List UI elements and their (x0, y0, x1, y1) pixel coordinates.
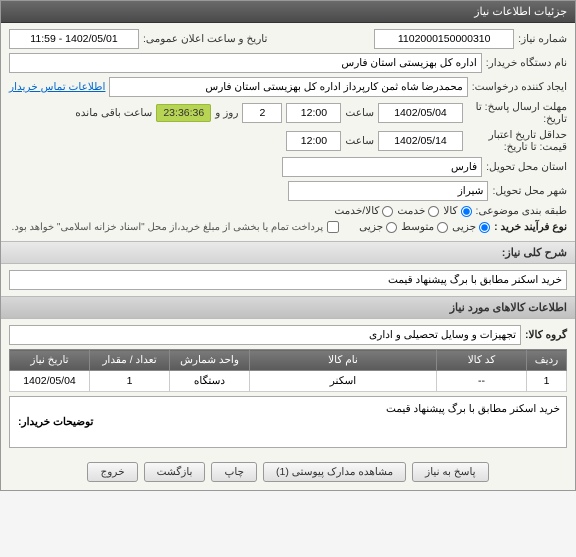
need-number-input[interactable] (374, 29, 514, 49)
radio-medium[interactable] (437, 222, 448, 233)
radio-medium-label: متوسط (401, 221, 434, 233)
th-qty: تعداد / مقدار (90, 350, 170, 371)
radio-service-group[interactable]: خدمت (397, 205, 439, 217)
radio-large-label: جزیی (359, 221, 383, 233)
cell-code: -- (437, 371, 527, 392)
minvalid-time-word: ساعت (345, 135, 374, 147)
buyer-org-label: نام دستگاه خریدار: (486, 57, 567, 69)
radio-small-group[interactable]: جزیی (452, 221, 490, 233)
section-items-header: اطلاعات کالاهای مورد نیاز (1, 296, 575, 319)
attachments-button[interactable]: مشاهده مدارک پیوستی (1) (263, 462, 406, 482)
radio-kala[interactable] (461, 206, 472, 217)
minvalid-label: حداقل تاریخ اعتبار قیمت: تا تاریخ: (467, 129, 567, 153)
th-name: نام کالا (250, 350, 437, 371)
window-title: جزئیات اطلاعات نیاز (474, 6, 567, 18)
section-general-desc-title: شرح کلی نیاز: (502, 247, 567, 259)
items-table: ردیف کد کالا نام کالا واحد شمارش تعداد /… (9, 349, 567, 392)
deadline-remain-word: ساعت باقی مانده (75, 107, 152, 119)
radio-large-group[interactable]: جزیی (359, 221, 397, 233)
cell-unit: دستگاه (170, 371, 250, 392)
radio-small-label: جزیی (452, 221, 476, 233)
announce-label: تاریخ و ساعت اعلان عمومی: (143, 33, 267, 45)
city-label: شهر محل تحویل: (492, 185, 567, 197)
radio-small[interactable] (479, 222, 490, 233)
exit-button[interactable]: خروج (87, 462, 137, 482)
category-label: طبقه بندی موضوعی: (476, 205, 567, 217)
section-items-title: اطلاعات کالاهای مورد نیاز (450, 302, 567, 314)
th-code: کد کالا (437, 350, 527, 371)
deadline-days[interactable] (242, 103, 282, 123)
item-group-input[interactable] (9, 325, 521, 345)
deadline-time[interactable] (286, 103, 341, 123)
minvalid-date[interactable] (378, 131, 463, 151)
creator-label: ایجاد کننده درخواست: (472, 81, 567, 93)
th-row: ردیف (527, 350, 567, 371)
radio-service-label: خدمت (397, 205, 425, 217)
contact-info-link[interactable]: اطلاعات تماس خریدار (9, 81, 105, 93)
city-input[interactable] (288, 181, 488, 201)
announce-input[interactable] (9, 29, 139, 49)
buyer-notes-text: خرید اسکنر مطابق با برگ پیشنهاد قیمت (101, 397, 566, 447)
deadline-remaining-time: 23:36:36 (156, 104, 211, 122)
respond-button[interactable]: پاسخ به نیاز (412, 462, 488, 482)
radio-large[interactable] (386, 222, 397, 233)
th-unit: واحد شمارش (170, 350, 250, 371)
radio-medium-group[interactable]: متوسط (401, 221, 448, 233)
province-input[interactable] (282, 157, 482, 177)
cell-row: 1 (527, 371, 567, 392)
payment-checkbox[interactable] (327, 221, 339, 233)
item-group-label: گروه کالا: (525, 329, 567, 341)
minvalid-time[interactable] (286, 131, 341, 151)
deadline-date[interactable] (378, 103, 463, 123)
cell-qty: 1 (90, 371, 170, 392)
radio-service[interactable] (428, 206, 439, 217)
buyer-notes-box: خرید اسکنر مطابق با برگ پیشنهاد قیمت توض… (9, 396, 567, 448)
radio-kala-group[interactable]: کالا (443, 205, 471, 217)
deadline-label: مهلت ارسال پاسخ: تا تاریخ: (467, 101, 567, 125)
payment-note: پرداخت تمام یا بخشی از مبلغ خرید،از محل … (12, 222, 324, 233)
creator-input[interactable] (109, 77, 467, 97)
print-button[interactable]: چاپ (211, 462, 257, 482)
radio-both-group[interactable]: کالا/خدمت (334, 205, 393, 217)
back-button[interactable]: بازگشت (144, 462, 206, 482)
radio-both-label: کالا/خدمت (334, 205, 379, 217)
radio-kala-label: کالا (443, 205, 457, 217)
deadline-day-word: روز و (215, 107, 238, 119)
deadline-time-word: ساعت (345, 107, 374, 119)
need-number-label: شماره نیاز: (518, 33, 567, 45)
general-desc-input[interactable] (9, 270, 567, 290)
radio-both[interactable] (382, 206, 393, 217)
form-body: شماره نیاز: تاریخ و ساعت اعلان عمومی: نا… (1, 23, 575, 241)
buytype-label: نوع فرآیند خرید : (494, 221, 567, 233)
window-title-bar: جزئیات اطلاعات نیاز (1, 1, 575, 23)
table-row[interactable]: 1--اسکنردستگاه11402/05/04 (10, 371, 567, 392)
cell-date: 1402/05/04 (10, 371, 90, 392)
buyer-notes-label: توضیحات خریدار: (10, 397, 101, 447)
province-label: استان محل تحویل: (486, 161, 567, 173)
section-general-desc-header: شرح کلی نیاز: (1, 241, 575, 264)
th-date: تاریخ نیاز (10, 350, 90, 371)
need-details-window: جزئیات اطلاعات نیاز شماره نیاز: تاریخ و … (0, 0, 576, 491)
buyer-org-input[interactable] (9, 53, 482, 73)
button-bar: پاسخ به نیاز مشاهده مدارک پیوستی (1) چاپ… (1, 454, 575, 490)
cell-name: اسکنر (250, 371, 437, 392)
